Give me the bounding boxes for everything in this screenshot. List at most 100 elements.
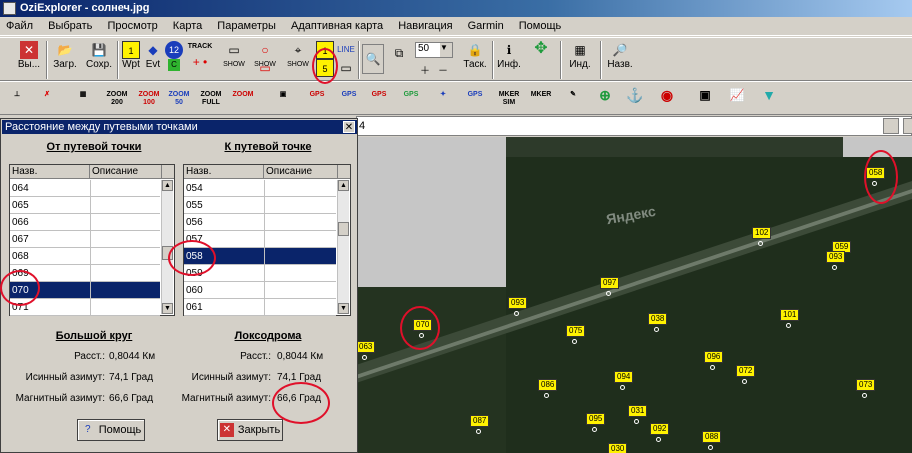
menu-map[interactable]: Карта [167, 17, 208, 36]
exit-button[interactable]: ✕ Вы... [14, 41, 44, 71]
info-button[interactable]: ℹ Инф. [496, 41, 522, 71]
device-button[interactable]: ▣ [270, 86, 296, 112]
menu-garmin[interactable]: Garmin [462, 17, 510, 36]
zoom-window-button[interactable]: ⧉ [388, 44, 410, 62]
load-button[interactable]: 📂 Загр. [50, 41, 80, 71]
menu-select[interactable]: Выбрать [42, 17, 98, 36]
marker-pen-button[interactable]: ✎ [560, 86, 586, 112]
list-item[interactable]: 068 [10, 248, 160, 265]
list-item[interactable]: 061 [184, 299, 336, 316]
name-button[interactable]: 🔎 Назв. [605, 41, 635, 71]
zoom-50-button[interactable]: ZOOM 50 [166, 86, 192, 112]
list-item[interactable]: 056 [184, 214, 336, 231]
gps-button-4[interactable]: GPS [398, 86, 424, 112]
zoom-200-button[interactable]: ZOOM 200 [104, 86, 130, 112]
save-button[interactable]: 💾 Сохр. [84, 41, 114, 71]
show-events-button[interactable]: ○ ▭ SHOW [251, 41, 279, 75]
close-icon[interactable]: ✕ [343, 121, 355, 133]
waypoint-label[interactable]: 073 [856, 379, 876, 391]
waypoint-label[interactable]: 063 [356, 341, 376, 353]
list-scrollbar[interactable]: ▲ ▼ [337, 180, 349, 314]
zoom-100-button[interactable]: ZOOM 100 [136, 86, 162, 112]
list-item[interactable]: 060 [184, 282, 336, 299]
route-button[interactable]: 12 C [164, 41, 184, 71]
no-ruler-button[interactable]: ✗ [34, 86, 60, 112]
zoom-button[interactable]: 🔍 [362, 44, 384, 74]
anchor-button[interactable]: ⚓ [622, 86, 648, 112]
pan-button[interactable]: ✥ [526, 40, 556, 58]
lifebuoy-button[interactable]: ◉ [654, 86, 680, 112]
menu-adaptive-map[interactable]: Адаптивная карта [285, 17, 389, 36]
zoom-select[interactable]: 50 ▼ [415, 42, 453, 58]
column-desc-header[interactable]: Описание [264, 165, 338, 179]
scroll-down-icon[interactable]: ▼ [338, 303, 349, 314]
ind-button[interactable]: ▦ Инд. [566, 41, 594, 71]
column-name-header[interactable]: Назв. [184, 165, 264, 179]
scroll-down-icon[interactable]: ▼ [162, 303, 173, 314]
zoom-in-button[interactable]: ＋ [418, 62, 432, 77]
waypoint-label[interactable]: 101 [780, 309, 800, 321]
waypoint-label[interactable]: 097 [600, 277, 620, 289]
evt-button[interactable]: ◆ Evt [143, 41, 163, 71]
scroll-up-icon[interactable]: ▲ [338, 180, 349, 191]
column-desc-header[interactable]: Описание [90, 165, 162, 179]
marker-sim-button[interactable]: MKER SIM [496, 86, 522, 112]
waypoint-label[interactable]: 075 [566, 325, 586, 337]
waypoint-label[interactable]: 087 [470, 415, 490, 427]
menu-file[interactable]: Файл [0, 17, 39, 36]
menu-help[interactable]: Помощь [513, 17, 568, 36]
waypoint-label[interactable]: 095 [586, 413, 606, 425]
waypoint-label[interactable]: 072 [736, 365, 756, 377]
wpt-button[interactable]: 1 Wpt [120, 41, 142, 71]
zoom-full-button[interactable]: ZOOM FULL [198, 86, 224, 112]
track-button[interactable]: TRACK + • [186, 41, 214, 71]
crosshair-button[interactable]: ⊕ [592, 86, 618, 112]
gps-button-6[interactable]: GPS [462, 86, 488, 112]
close-button[interactable]: ✕ Закрыть [217, 419, 283, 441]
task-button[interactable]: 🔒 Таск. [460, 41, 490, 71]
waypoint-label[interactable]: 038 [648, 313, 668, 325]
zoom-out-button[interactable]: － [436, 62, 450, 77]
column-name-header[interactable]: Назв. [10, 165, 90, 179]
list-item[interactable]: 064 [10, 180, 160, 197]
waypoint-label[interactable]: 088 [702, 431, 722, 443]
waypoint-label[interactable]: 030 [608, 443, 628, 453]
waypoint-label[interactable]: 102 [752, 227, 772, 239]
list-item[interactable]: 067 [10, 231, 160, 248]
show-waypoints-button[interactable]: ▭ SHOW [220, 41, 248, 71]
ruler-tool-button[interactable]: ⊥ [4, 86, 30, 112]
waypoint-label[interactable]: 086 [538, 379, 558, 391]
menu-view[interactable]: Просмотр [101, 17, 163, 36]
list-item[interactable]: 055 [184, 197, 336, 214]
image-view-button[interactable] [883, 118, 899, 134]
waypoint-label[interactable]: 093 [826, 251, 846, 263]
waypoint-label[interactable]: 096 [704, 351, 724, 363]
scroll-up-icon[interactable]: ▲ [162, 180, 173, 191]
waypoint-label[interactable]: 094 [614, 371, 634, 383]
map-view[interactable]: Яндекс 058 102 059 093 097 093 070 038 101 063 075… [356, 137, 912, 453]
show-routes-button[interactable]: ⌖ SHOW [284, 41, 312, 71]
zoom-box-button[interactable]: ZOOM [230, 86, 256, 112]
mp-button[interactable]: ▣ [692, 86, 718, 112]
marker-button[interactable]: MKER [528, 86, 554, 112]
scroll-thumb[interactable] [338, 222, 349, 236]
graph-button[interactable]: 📈 [724, 86, 750, 112]
gps-button-5[interactable]: ✦ [430, 86, 456, 112]
list-item[interactable]: 066 [10, 214, 160, 231]
to-waypoint-list[interactable]: Назв. Описание 054 055 056 057 058 059 060 061 ▲… [183, 164, 351, 316]
waypoint-label[interactable]: 093 [508, 297, 528, 309]
line-button[interactable]: LINE ▭ [337, 41, 355, 77]
waypoint-label[interactable]: 092 [650, 423, 670, 435]
gps-button-2[interactable]: GPS [336, 86, 362, 112]
menu-navigation[interactable]: Навигация [392, 17, 458, 36]
waypoint-label[interactable]: 031 [628, 405, 648, 417]
help-button[interactable]: ? Помощь [77, 419, 145, 441]
antenna-button[interactable]: ▼ [756, 86, 782, 112]
gps-button-3[interactable]: GPS [366, 86, 392, 112]
menu-options[interactable]: Параметры [211, 17, 282, 36]
list-item[interactable]: 054 [184, 180, 336, 197]
gps-button-1[interactable]: GPS [304, 86, 330, 112]
map-image-button[interactable]: ▦ [70, 86, 96, 112]
panel-toggle-button[interactable] [903, 118, 912, 134]
list-item[interactable]: 065 [10, 197, 160, 214]
